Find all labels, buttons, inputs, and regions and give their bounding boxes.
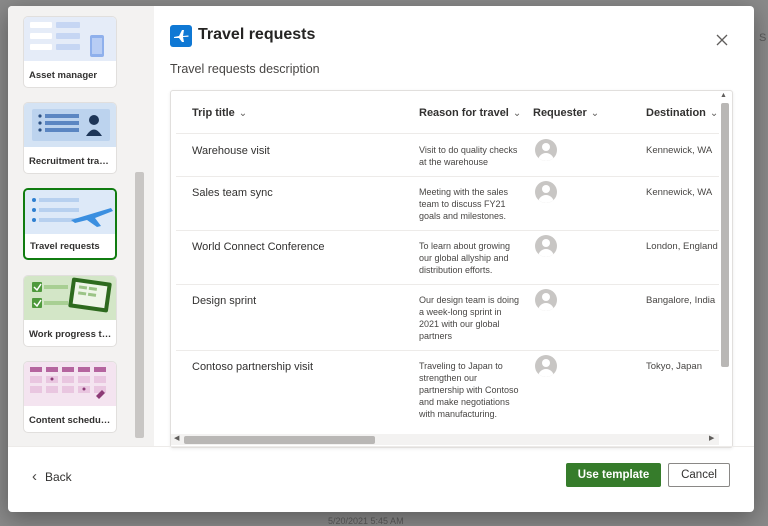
airplane-icon (170, 25, 192, 47)
asset-manager-thumbnail (24, 17, 116, 61)
avatar (535, 139, 557, 161)
person-body (538, 303, 554, 311)
chevron-down-icon: ⌄ (709, 108, 719, 119)
template-label: Asset manager (29, 70, 98, 81)
column-label: Trip title (192, 107, 235, 119)
dialog-description: Travel requests description (170, 62, 320, 76)
avatar (535, 355, 557, 377)
template-card-travel-requests[interactable]: Travel requests (23, 188, 117, 260)
avatar (535, 289, 557, 311)
row-divider (176, 350, 721, 351)
template-label: Content scheduler (29, 415, 112, 426)
column-header-destination[interactable]: Destination ⌄ (646, 107, 718, 119)
back-button[interactable]: ‹ Back (32, 468, 72, 485)
scroll-up-arrow-icon[interactable]: ▲ (720, 92, 727, 99)
column-header-requester[interactable]: Requester ⌄ (533, 107, 599, 119)
cell-destination: Bangalore, India (646, 295, 716, 306)
cell-trip-title: Sales team sync (192, 187, 273, 199)
cell-reason: To learn about growing our global allysh… (419, 241, 511, 275)
cell-reason: Traveling to Japan to strengthen our par… (419, 361, 519, 419)
work-progress-thumbnail (24, 276, 116, 320)
rail-scrollbar-thumb[interactable] (135, 172, 144, 438)
dialog-title: Travel requests (198, 26, 316, 43)
row-divider (176, 133, 721, 134)
cell-trip-title: Design sprint (192, 295, 257, 307)
template-card-work-progress-tracker[interactable]: Work progress tracker (23, 275, 117, 347)
chevron-down-icon: ⌄ (590, 108, 600, 119)
row-divider (176, 284, 721, 285)
template-label: Work progress tracker (29, 329, 112, 340)
cell-trip-title: Warehouse visit (192, 145, 270, 157)
avatar (535, 235, 557, 257)
template-preview-table: Trip title ⌄ Reason for travel ⌄ Requester… (170, 90, 733, 448)
template-dialog: Asset manager Recruitment tracker Travel… (8, 6, 754, 512)
row-divider (176, 230, 721, 231)
scroll-right-arrow-icon[interactable]: ▶ (709, 434, 714, 442)
cell-reason: Our design team is doing a week-long spr… (419, 295, 520, 341)
template-card-recruitment-tracker[interactable]: Recruitment tracker (23, 102, 117, 174)
preview-horizontal-scrollbar-thumb[interactable] (184, 436, 375, 444)
background-right-text: S (759, 32, 767, 44)
person-body (538, 249, 554, 257)
template-card-content-scheduler[interactable]: Content scheduler (23, 361, 117, 433)
scroll-left-arrow-icon[interactable]: ◀ (174, 434, 179, 442)
chevron-left-icon: ‹ (32, 468, 37, 485)
cell-destination: Kennewick, WA (646, 187, 713, 198)
cell-trip-title: World Connect Conference (192, 241, 325, 253)
chevron-down-icon: ⌄ (512, 108, 522, 119)
use-template-button[interactable]: Use template (566, 463, 661, 487)
column-header-trip-title[interactable]: Trip title ⌄ (192, 107, 247, 119)
background-bottom-text: 5/20/2021 5:45 AM (328, 516, 404, 526)
avatar (535, 181, 557, 203)
chevron-down-icon: ⌄ (238, 108, 248, 119)
column-label: Destination (646, 107, 706, 119)
cell-destination: Kennewick, WA (646, 145, 713, 156)
recruitment-thumbnail (24, 103, 116, 147)
template-rail: Asset manager Recruitment tracker Travel… (8, 6, 154, 446)
person-body (538, 195, 554, 203)
person-body (538, 153, 554, 161)
content-scheduler-thumbnail (24, 362, 116, 406)
back-label: Back (45, 470, 72, 484)
cell-trip-title: Contoso partnership visit (192, 361, 314, 373)
cell-reason: Meeting with the sales team to discuss F… (419, 187, 509, 221)
cell-destination: London, England (646, 241, 718, 252)
row-divider (176, 176, 721, 177)
column-label: Requester (533, 107, 587, 119)
footer-divider (8, 446, 754, 447)
person-icon (542, 359, 550, 367)
travel-requests-thumbnail (25, 190, 115, 234)
close-icon[interactable] (714, 32, 730, 48)
cancel-button[interactable]: Cancel (668, 463, 730, 487)
person-body (538, 369, 554, 377)
person-icon (542, 239, 550, 247)
person-icon (542, 293, 550, 301)
column-header-reason[interactable]: Reason for travel ⌄ (419, 107, 521, 119)
cell-destination: Tokyo, Japan (646, 361, 702, 372)
template-label: Recruitment tracker (29, 156, 112, 167)
preview-vertical-scrollbar-thumb[interactable] (721, 103, 729, 367)
cell-reason: Visit to do quality checks at the wareho… (419, 145, 518, 167)
template-card-asset-manager[interactable]: Asset manager (23, 16, 117, 88)
person-icon (542, 185, 550, 193)
template-label: Travel requests (30, 241, 100, 252)
column-label: Reason for travel (419, 107, 509, 119)
person-icon (542, 143, 550, 151)
